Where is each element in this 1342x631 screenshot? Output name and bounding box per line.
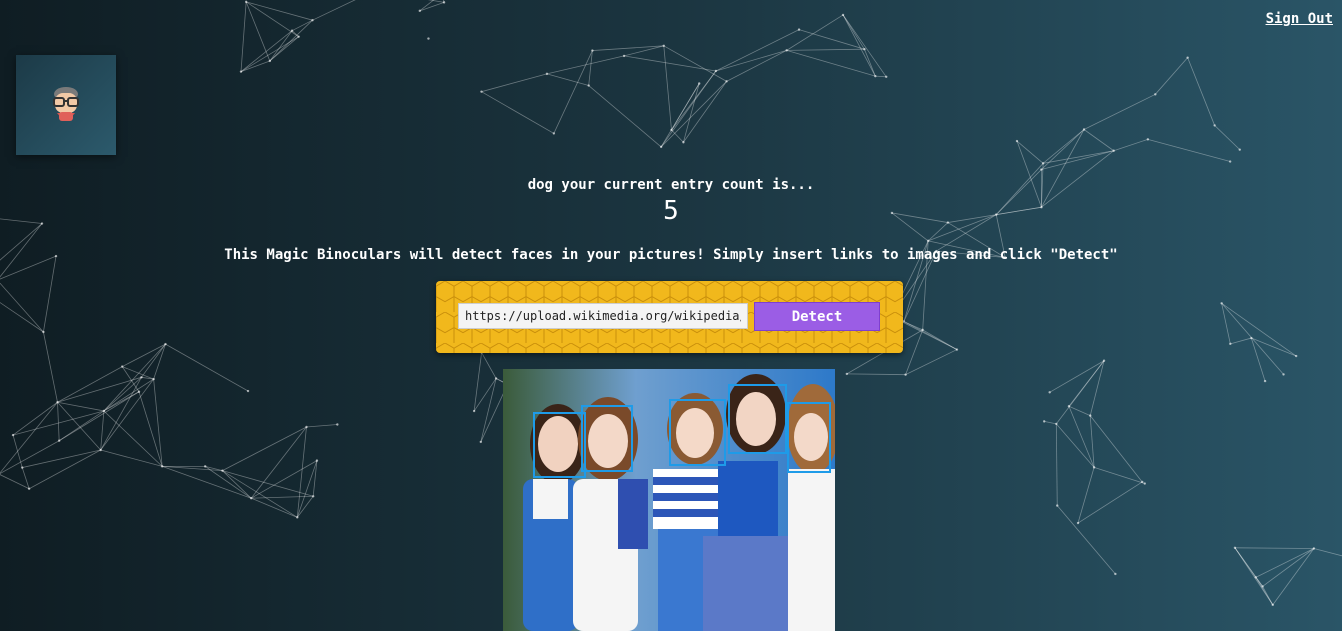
face-box	[728, 384, 787, 454]
entry-count-value: 5	[663, 196, 679, 226]
description-text: This Magic Binoculars will detect faces …	[224, 247, 1118, 263]
logo	[16, 55, 116, 155]
result-photo	[503, 369, 835, 631]
face-box	[787, 402, 831, 473]
image-url-input[interactable]	[458, 303, 748, 329]
entry-count-label: dog your current entry count is...	[527, 177, 815, 193]
face-box	[581, 405, 633, 472]
nerd-avatar-icon	[53, 87, 79, 121]
face-box	[533, 412, 586, 478]
detect-button[interactable]: Detect	[754, 302, 880, 331]
face-box	[669, 399, 726, 466]
sign-out-link[interactable]: Sign Out	[1266, 11, 1333, 27]
